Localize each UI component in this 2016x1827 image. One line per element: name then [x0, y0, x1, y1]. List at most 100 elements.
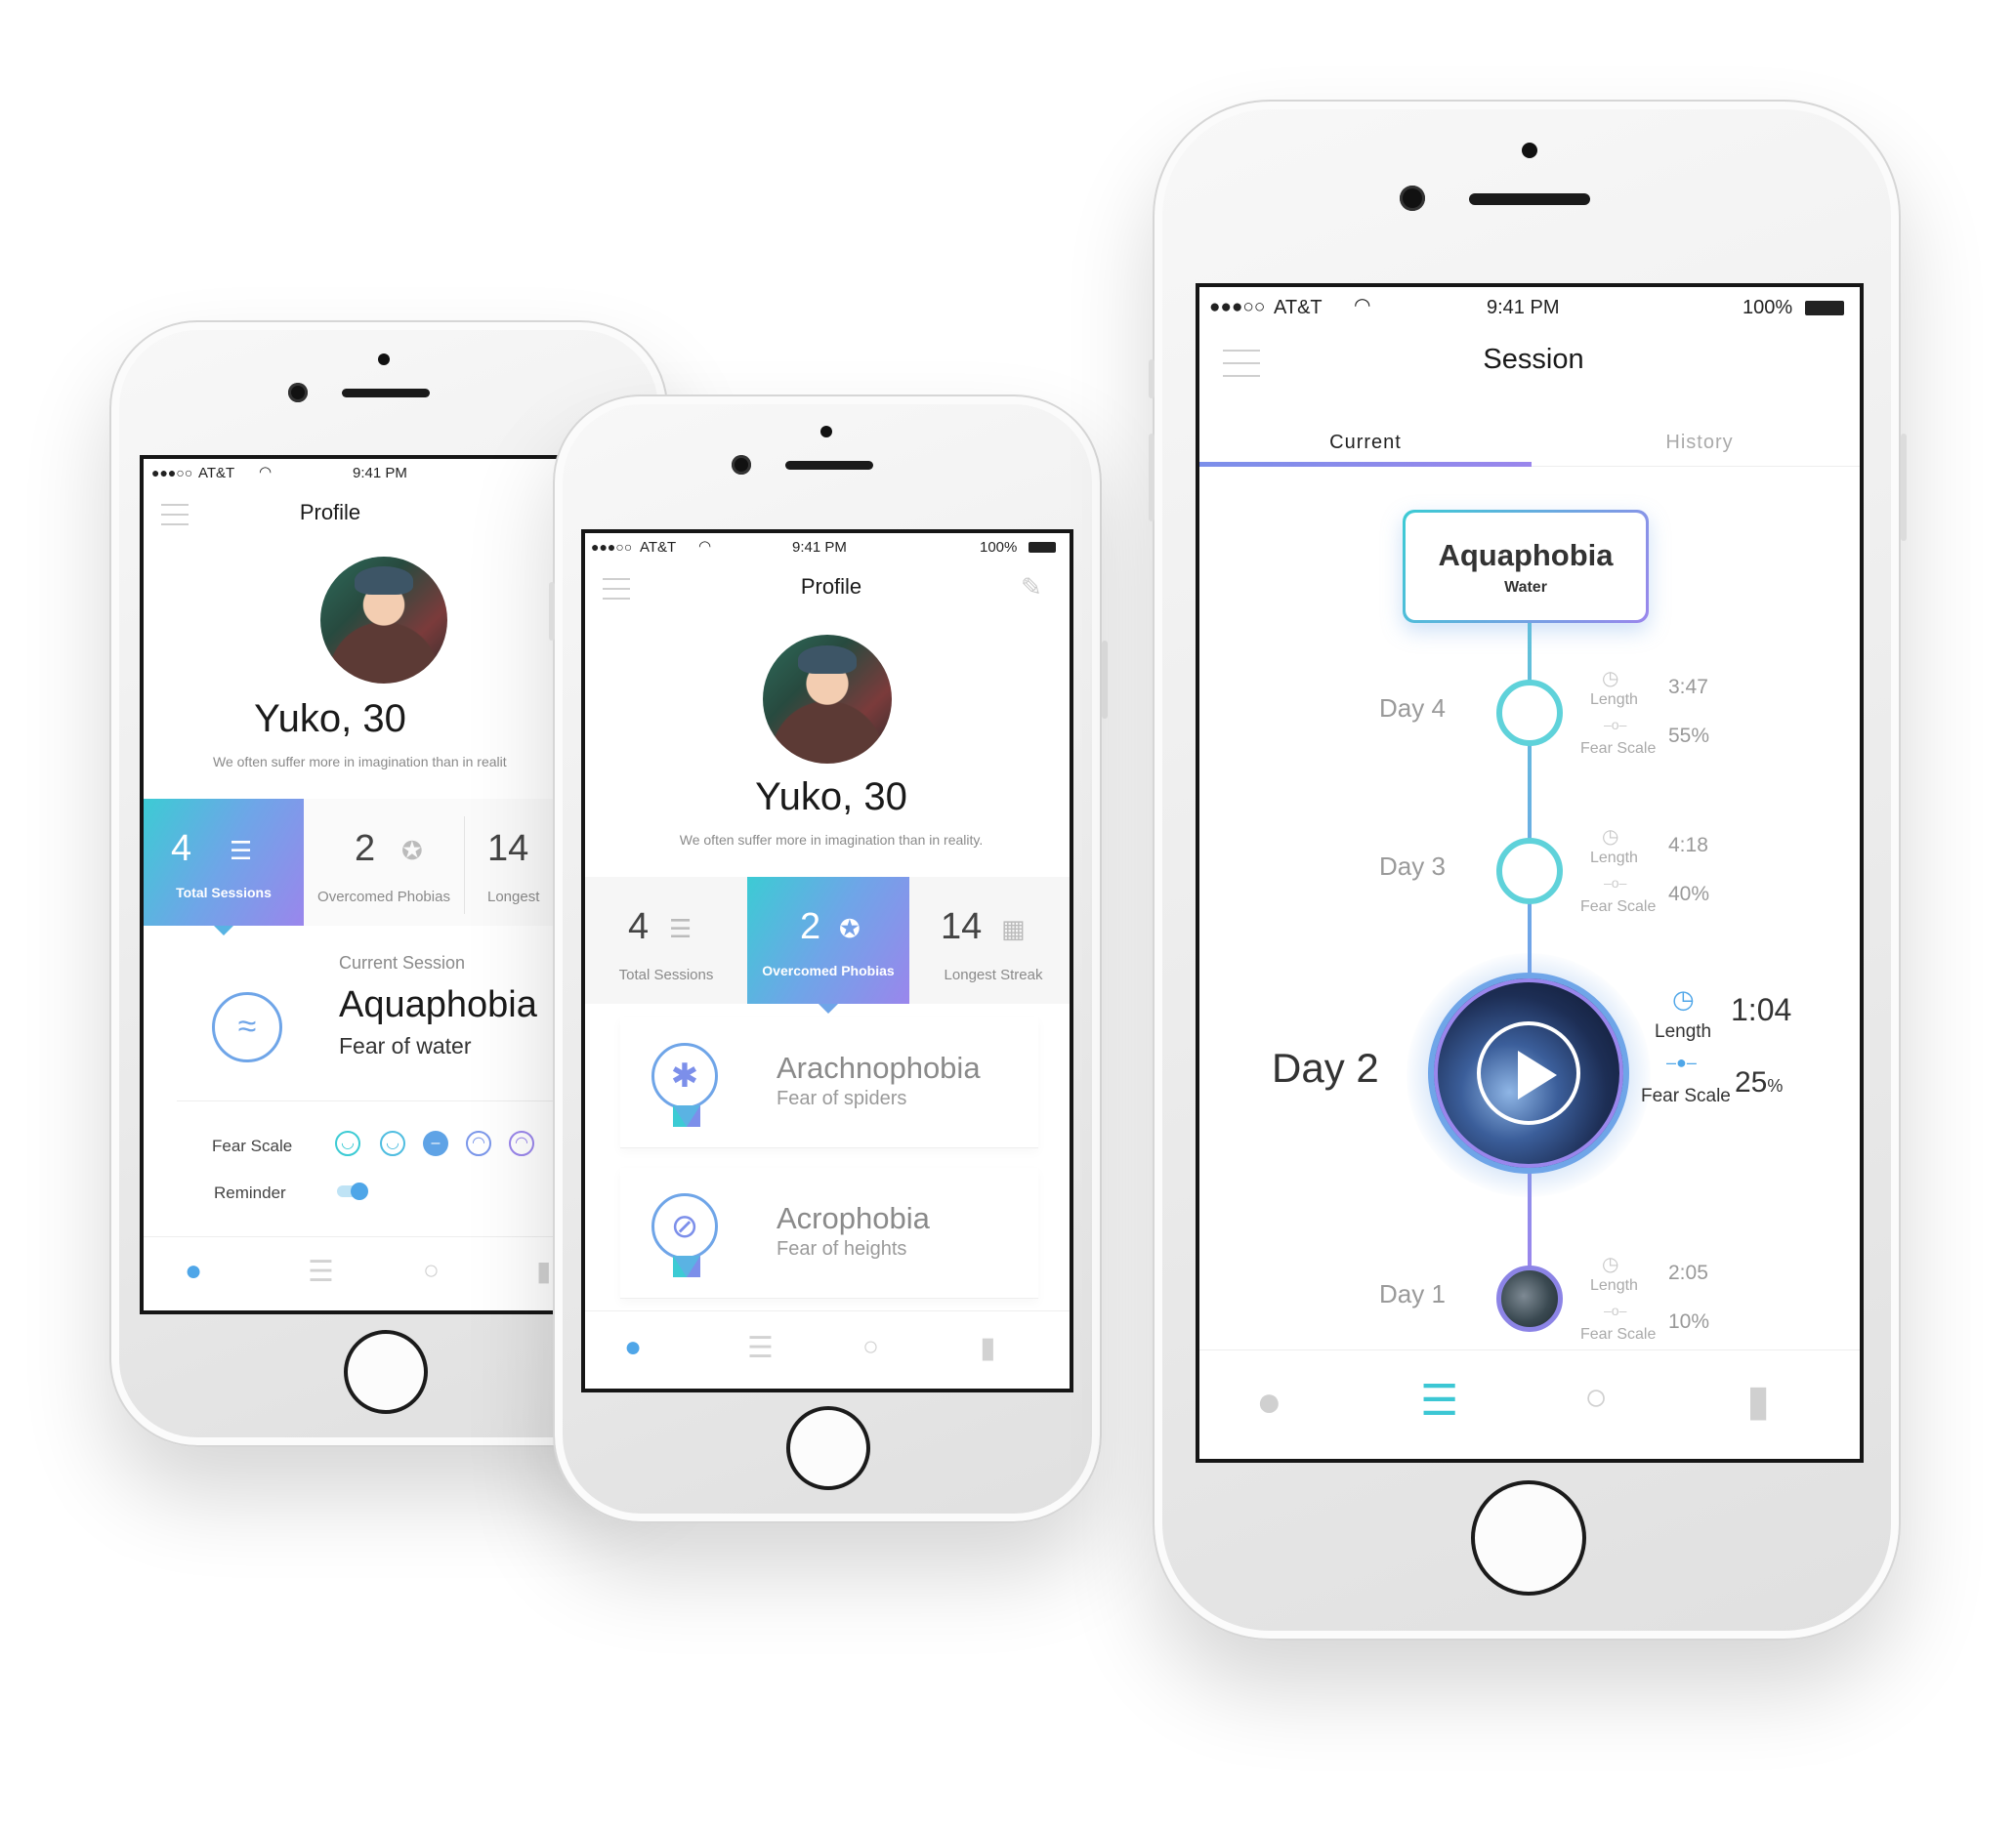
- battery-label: 100%: [1743, 297, 1793, 318]
- face-neutral-icon[interactable]: –: [423, 1131, 448, 1156]
- face-laugh-icon[interactable]: ◡: [335, 1131, 360, 1156]
- stat-label: Longest: [487, 889, 540, 905]
- profile-quote: We often suffer more in imagination than…: [679, 832, 984, 848]
- tab-bar: ● ☰ ○ ▮: [1199, 1349, 1860, 1459]
- timeline-day-4[interactable]: Day 4 ◷ Length 3:47 –o– Fear Scale 55%: [1199, 662, 1860, 779]
- divider: [464, 816, 465, 914]
- current-session-heading: Current Session: [339, 953, 466, 973]
- phobia-subtitle: Water: [1504, 579, 1547, 596]
- stat-total-sessions[interactable]: 4 ☰ Total Sessions: [144, 799, 304, 935]
- tab-history[interactable]: History: [1532, 432, 1860, 454]
- wifi-icon: ◠: [259, 464, 273, 480]
- profile-icon[interactable]: ●: [624, 1331, 642, 1364]
- fear-value: 40%: [1668, 883, 1710, 905]
- award-icon: ✪: [839, 914, 861, 943]
- play-button[interactable]: [1477, 1021, 1580, 1125]
- fear-label: Fear Scale: [1580, 1326, 1657, 1343]
- stat-overcomed-phobias[interactable]: 2 ✪ Overcomed Phobias: [304, 799, 464, 926]
- fear-unit: %: [1767, 1076, 1784, 1096]
- stat-label: Overcomed Phobias: [762, 963, 895, 978]
- day-label: Day 1: [1379, 1279, 1446, 1308]
- current-phobia-desc: Fear of water: [339, 1033, 472, 1059]
- phone-right: ●●●○○ AT&T ◠ 9:41 PM 100% Session Curren…: [1149, 100, 1907, 1640]
- length-label: Length: [1655, 1021, 1712, 1042]
- earpiece-speaker: [342, 389, 430, 397]
- stat-overcomed-phobias[interactable]: 2 ✪ Overcomed Phobias: [747, 877, 909, 1014]
- sessions-list-icon[interactable]: ☰: [747, 1331, 774, 1365]
- clock-icon: ◷: [1672, 984, 1695, 1014]
- home-button[interactable]: [1471, 1480, 1586, 1596]
- side-button: [1901, 434, 1907, 541]
- ribbon: [673, 1256, 700, 1277]
- profile-icon[interactable]: ●: [185, 1255, 202, 1288]
- stat-label: Total Sessions: [176, 885, 272, 900]
- avatar: [320, 557, 447, 684]
- timeline-day-1[interactable]: Day 1 ◷ Length 2:05 –o– Fear Scale 10%: [1199, 1248, 1860, 1365]
- overcome-card-acrophobia[interactable]: ⊘ Acrophobia Fear of heights: [620, 1168, 1038, 1299]
- home-button[interactable]: [786, 1406, 870, 1490]
- sessions-list-icon[interactable]: ☰: [308, 1255, 334, 1289]
- search-icon[interactable]: ○: [1584, 1376, 1608, 1420]
- fear-label: Fear Scale: [1580, 898, 1657, 915]
- home-button[interactable]: [344, 1330, 428, 1414]
- library-book-icon[interactable]: ▮: [536, 1255, 551, 1287]
- edit-pencil-icon[interactable]: ✎: [1021, 572, 1042, 602]
- fear-value: 25%: [1735, 1066, 1783, 1100]
- face-cry-icon[interactable]: ◠: [509, 1131, 534, 1156]
- video-thumbnail[interactable]: [1428, 973, 1629, 1174]
- face-smile-icon[interactable]: ◡: [380, 1131, 405, 1156]
- slider-icon: –o–: [1604, 1303, 1627, 1318]
- sensor-dot: [378, 353, 390, 365]
- phone-middle: ●●●○○ AT&T ◠ 9:41 PM 100% Profile ✎ Yuko…: [549, 394, 1108, 1523]
- timeline-day-2[interactable]: Day 2 ◷ Length 1:04 –●– Fear Scale 25%: [1199, 943, 1860, 1197]
- overcome-name: Acrophobia: [777, 1201, 930, 1235]
- stat-value: 2: [355, 828, 376, 869]
- length-value: 3:47: [1668, 676, 1708, 698]
- fear-label: Fear Scale: [1641, 1086, 1731, 1106]
- battery-icon: [1805, 301, 1844, 315]
- face-sad-icon[interactable]: ◠: [466, 1131, 491, 1156]
- wifi-icon: ◠: [698, 538, 712, 555]
- stat-total-sessions[interactable]: 4 ☰ Total Sessions: [585, 877, 747, 1004]
- reminder-toggle[interactable]: [337, 1183, 368, 1200]
- play-icon: [1518, 1051, 1557, 1100]
- profile-screen-middle: ●●●○○ AT&T ◠ 9:41 PM 100% Profile ✎ Yuko…: [581, 529, 1073, 1392]
- side-button: [549, 582, 555, 641]
- library-book-icon[interactable]: ▮: [1746, 1376, 1770, 1426]
- battery-label: 100%: [980, 539, 1018, 556]
- selected-caret: [819, 1004, 838, 1014]
- page-title: Profile: [800, 574, 862, 599]
- profile-quote: We often suffer more in imagination than…: [213, 754, 507, 769]
- status-time: 9:41 PM: [1487, 297, 1560, 318]
- library-book-icon[interactable]: ▮: [980, 1331, 996, 1365]
- profile-name: Yuko, 30: [254, 697, 406, 740]
- stat-value: 4: [171, 828, 192, 869]
- carrier-label: AT&T: [640, 539, 677, 556]
- profile-icon[interactable]: ●: [1256, 1378, 1282, 1427]
- overcome-desc: Fear of spiders: [777, 1088, 907, 1109]
- sessions-list-icon[interactable]: ☰: [1420, 1376, 1458, 1426]
- list-icon: ☰: [230, 836, 253, 865]
- timeline-node: [1496, 838, 1563, 904]
- current-phobia: Aquaphobia: [339, 984, 537, 1025]
- signal-dots: ●●●○○: [151, 465, 193, 480]
- tab-current[interactable]: Current: [1199, 432, 1532, 454]
- carrier-label: AT&T: [198, 465, 235, 481]
- search-icon[interactable]: ○: [423, 1255, 440, 1286]
- fear-value: 10%: [1668, 1310, 1710, 1333]
- signal-dots: ●●●○○: [1209, 297, 1266, 317]
- front-camera: [1400, 186, 1425, 211]
- wifi-icon: ◠: [1354, 295, 1371, 316]
- spider-badge-icon: ✱: [651, 1043, 718, 1109]
- reminder-label: Reminder: [214, 1183, 286, 1202]
- overcome-card-arachnophobia[interactable]: ✱ Arachnophobia Fear of spiders: [620, 1017, 1038, 1148]
- timeline-day-3[interactable]: Day 3 ◷ Length 4:18 –o– Fear Scale 40%: [1199, 820, 1860, 937]
- stat-longest-streak[interactable]: 14 ▦ Longest Streak: [909, 877, 1070, 1004]
- earpiece-speaker: [1469, 193, 1590, 205]
- stats-row: 4 ☰ Total Sessions 2 ✪ Overcomed Phobias…: [585, 877, 1070, 1014]
- slider-icon: –o–: [1604, 717, 1627, 732]
- length-value: 4:18: [1668, 834, 1708, 856]
- ribbon: [673, 1105, 700, 1127]
- overcome-desc: Fear of heights: [777, 1238, 907, 1260]
- search-icon[interactable]: ○: [862, 1331, 879, 1362]
